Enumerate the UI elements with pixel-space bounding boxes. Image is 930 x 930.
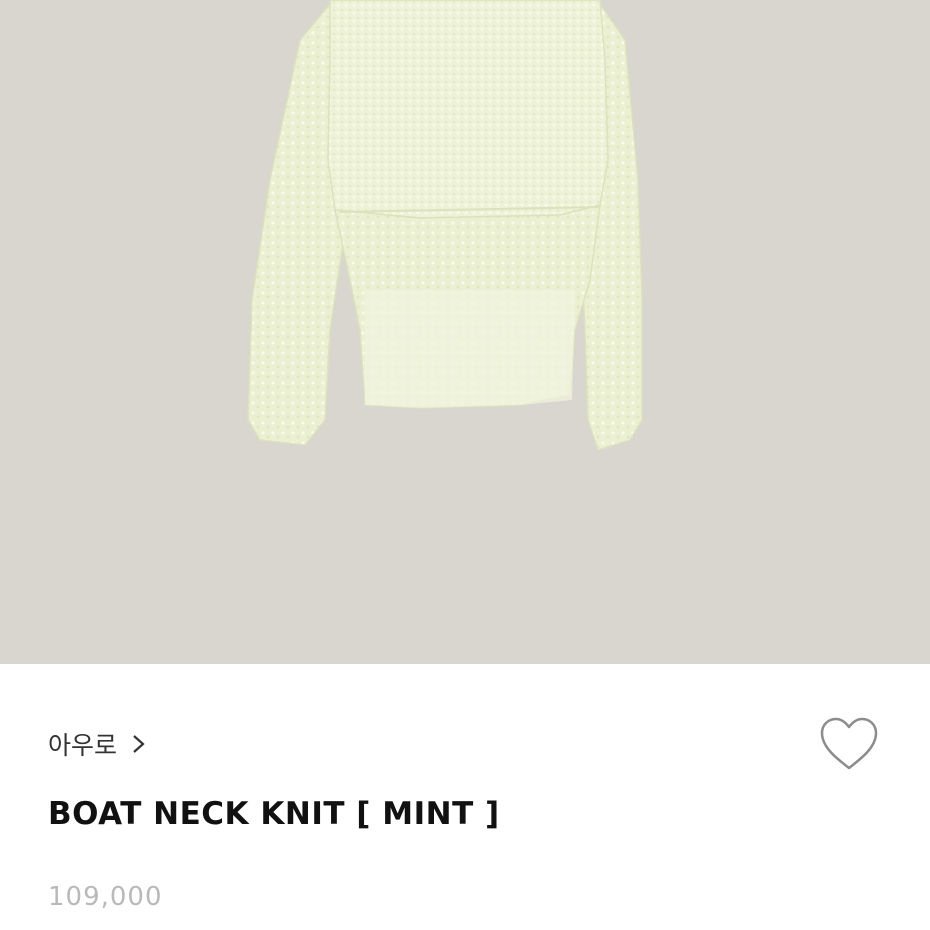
heart-outline-icon[interactable] [818,716,880,772]
knit-sweater-image [247,0,643,451]
brand-name: 아우로 [48,731,118,760]
brand-link[interactable]: 아우로 [48,726,149,762]
product-title: BOAT NECK KNIT [ MINT ] [48,796,500,832]
product-info: 아우로 BOAT NECK KNIT [ MINT ] 109,000 [0,664,930,930]
chevron-right-icon [133,735,145,753]
product-page: 아우로 BOAT NECK KNIT [ MINT ] 109,000 [0,0,930,930]
product-image[interactable] [0,0,930,664]
product-price: 109,000 [48,882,163,912]
